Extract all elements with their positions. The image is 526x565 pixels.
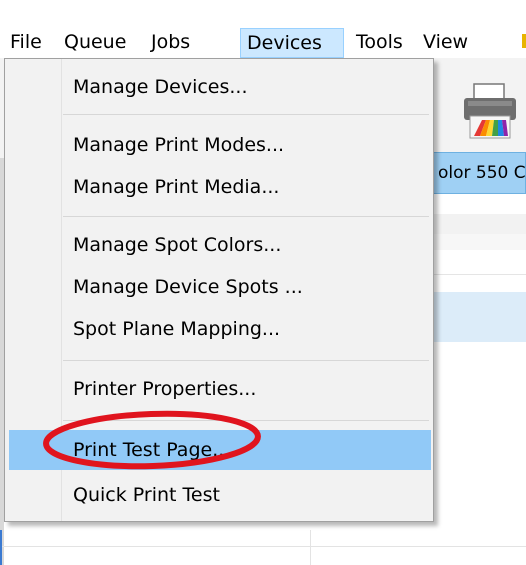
menu-item-printer-properties[interactable]: Printer Properties... (9, 369, 431, 409)
menu-separator (63, 114, 429, 115)
menu-separator (63, 420, 429, 421)
menu-jobs[interactable]: Jobs (145, 28, 196, 58)
menu-separator (63, 360, 429, 361)
menu-queue[interactable]: Queue (58, 28, 132, 58)
grid-line (0, 546, 526, 547)
menu-separator (63, 216, 429, 217)
background-selected-row[interactable] (433, 292, 526, 342)
menu-item-spot-plane-mapping[interactable]: Spot Plane Mapping... (9, 309, 431, 349)
menu-item-manage-print-media[interactable]: Manage Print Media... (9, 167, 431, 207)
device-tab[interactable]: olor 550 C (433, 152, 526, 194)
menu-item-manage-spot-colors[interactable]: Manage Spot Colors... (9, 225, 431, 265)
menu-item-print-test-page[interactable]: Print Test Page... (9, 430, 431, 470)
grid-line (310, 530, 311, 565)
background-row (433, 214, 526, 235)
printer-icon[interactable] (460, 80, 520, 140)
devices-dropdown-menu: Manage Devices... Manage Print Modes... … (4, 58, 434, 522)
menu-item-manage-print-modes[interactable]: Manage Print Modes... (9, 125, 431, 165)
menu-bar: File Queue Jobs Devices Tools View (0, 0, 526, 58)
menu-item-manage-devices[interactable]: Manage Devices... (9, 67, 431, 107)
menu-tools[interactable]: Tools (350, 28, 409, 58)
menu-item-manage-device-spots[interactable]: Manage Device Spots ... (9, 267, 431, 307)
menu-file[interactable]: File (4, 28, 48, 58)
menu-devices[interactable]: Devices (240, 28, 344, 58)
menu-view[interactable]: View (417, 28, 474, 58)
window-edge-accent (0, 530, 2, 565)
menu-overflow-fragment (522, 34, 526, 48)
menu-item-quick-print-test[interactable]: Quick Print Test (9, 475, 431, 515)
background-row (433, 252, 526, 275)
background-row (433, 234, 526, 250)
